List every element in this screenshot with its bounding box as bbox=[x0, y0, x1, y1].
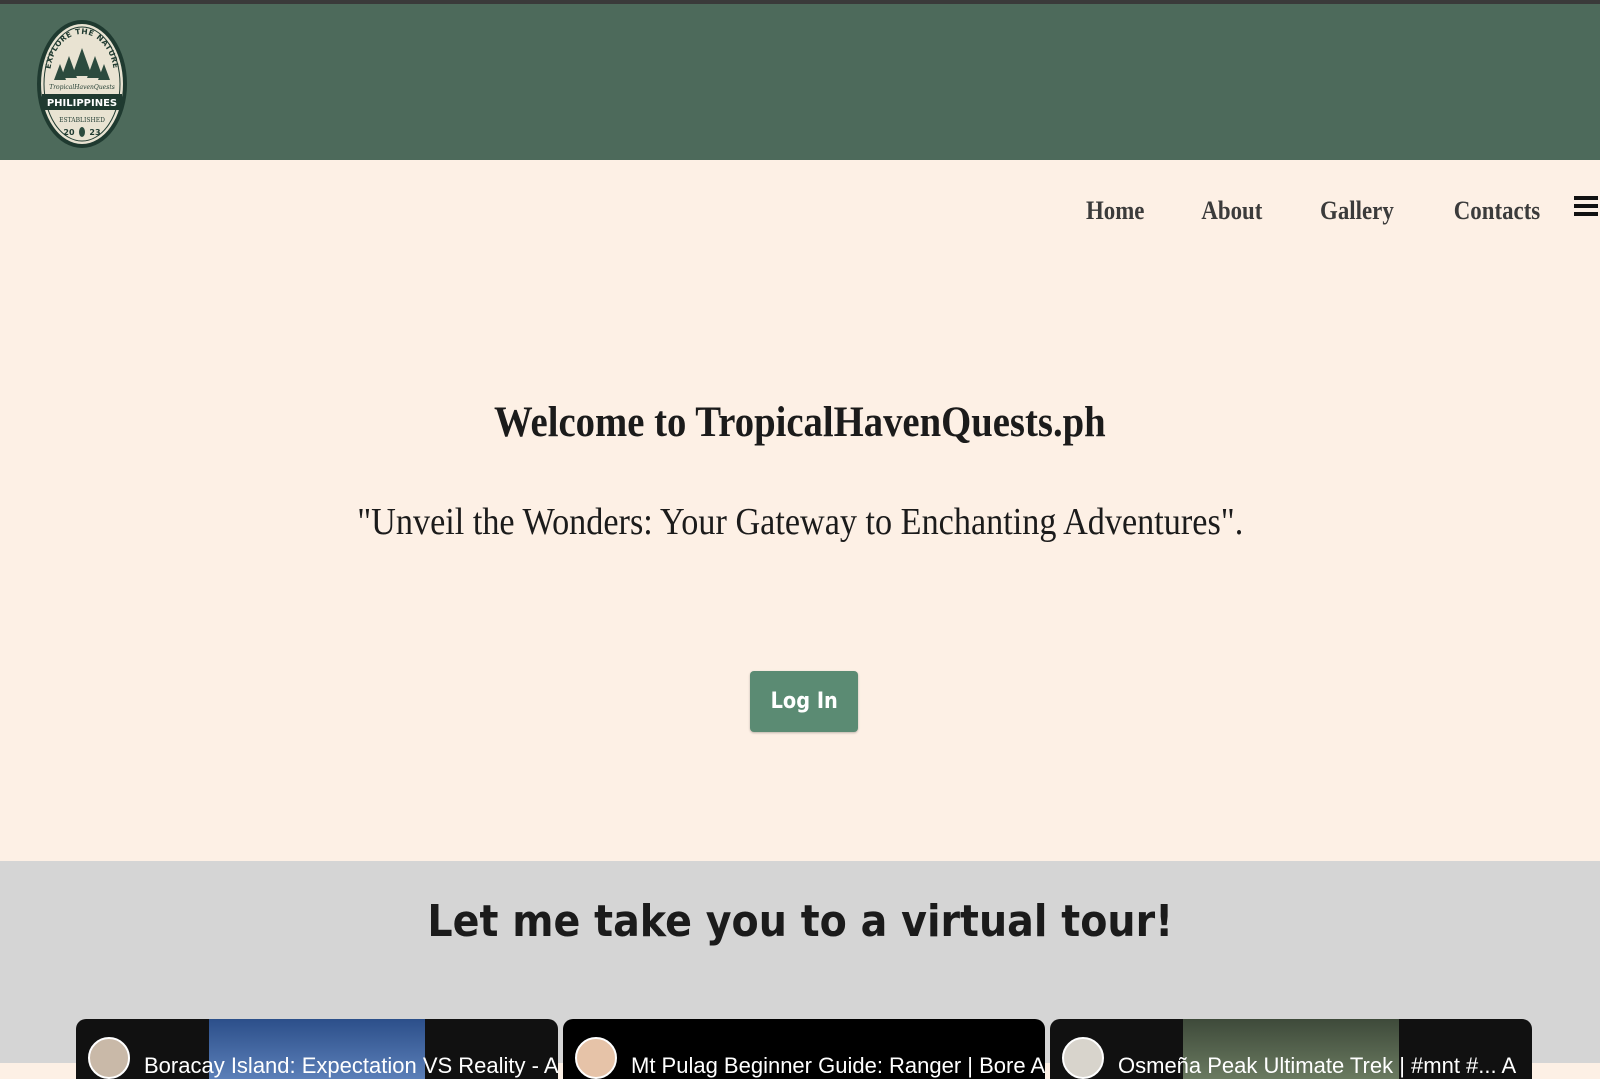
logo-established-text: ESTABLISHED bbox=[59, 117, 105, 124]
site-header: EXPLORE THE NATURE TropicalHavenQuests P… bbox=[0, 4, 1600, 160]
page-title: Welcome to TropicalHavenQuests.ph bbox=[494, 399, 1106, 446]
video-title[interactable]: Mt Pulag Beginner Guide: Ranger | Bore A bbox=[631, 1053, 1045, 1079]
video-card-osmena-peak[interactable]: Osmeña Peak Ultimate Trek | #mnt #... A bbox=[1050, 1019, 1532, 1079]
logo-year-left: 20 bbox=[63, 128, 75, 137]
login-button[interactable]: Log In bbox=[750, 671, 858, 732]
video-card-mt-pulag[interactable]: Mt Pulag Beginner Guide: Ranger | Bore A bbox=[563, 1019, 1045, 1079]
logo-year-right: 23 bbox=[89, 128, 100, 137]
main-nav: Home About Gallery Contacts bbox=[1078, 196, 1540, 226]
nav-about[interactable]: About bbox=[1201, 196, 1262, 226]
video-title[interactable]: Osmeña Peak Ultimate Trek | #mnt #... A bbox=[1118, 1053, 1516, 1079]
channel-avatar[interactable] bbox=[1062, 1037, 1104, 1079]
hamburger-menu-icon[interactable] bbox=[1574, 196, 1598, 220]
nav-home[interactable]: Home bbox=[1086, 196, 1144, 226]
site-logo[interactable]: EXPLORE THE NATURE TropicalHavenQuests P… bbox=[36, 18, 128, 150]
channel-avatar[interactable] bbox=[88, 1037, 130, 1079]
logo-script-text: TropicalHavenQuests bbox=[49, 84, 115, 91]
video-title[interactable]: Boracay Island: Expectation VS Reality -… bbox=[144, 1053, 558, 1079]
channel-avatar[interactable] bbox=[575, 1037, 617, 1079]
nav-contacts[interactable]: Contacts bbox=[1454, 196, 1540, 226]
nav-gallery[interactable]: Gallery bbox=[1320, 196, 1394, 226]
video-card-boracay[interactable]: Boracay Island: Expectation VS Reality -… bbox=[76, 1019, 558, 1079]
logo-banner-text: PHILIPPINES bbox=[47, 98, 117, 109]
tour-title: Let me take you to a virtual tour! bbox=[427, 896, 1173, 947]
hero-tagline: "Unveil the Wonders: Your Gateway to Enc… bbox=[356, 501, 1244, 543]
